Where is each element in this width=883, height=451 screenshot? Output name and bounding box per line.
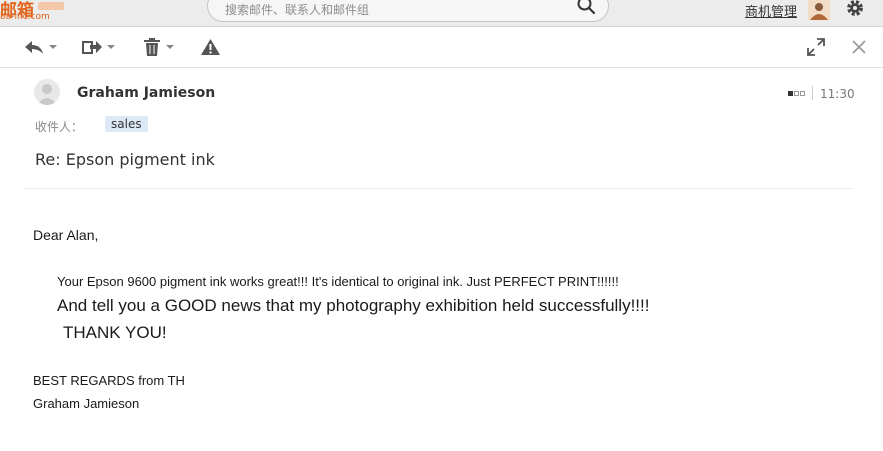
greeting: Dear Alan, — [33, 227, 99, 243]
sender-avatar[interactable] — [34, 79, 60, 105]
chevron-down-icon — [49, 45, 57, 49]
delete-button[interactable] — [143, 37, 174, 57]
indicator-dot — [788, 91, 793, 96]
expand-icon — [807, 38, 825, 56]
body-line: Your Epson 9600 pigment ink works great!… — [57, 274, 619, 289]
signature: Graham Jamieson — [33, 396, 140, 411]
person-icon — [37, 84, 57, 105]
recipient-label: 收件人： — [35, 120, 84, 134]
recipient-chip[interactable]: sales — [105, 116, 148, 132]
forward-button[interactable] — [82, 37, 115, 57]
report-icon — [201, 39, 220, 55]
body-line: And tell you a GOOD news that my photogr… — [57, 296, 650, 315]
message-toolbar — [0, 27, 883, 68]
search-input[interactable]: 搜索邮件、联系人和邮件组 — [225, 1, 369, 18]
indicator-dot — [794, 91, 799, 96]
header-divider — [25, 188, 853, 189]
business-management-link[interactable]: 商机管理 — [745, 1, 797, 20]
message-time: 11:30 — [820, 87, 855, 101]
chevron-down-icon — [107, 45, 115, 49]
body-line: THANK YOU! — [63, 323, 167, 342]
search-box[interactable]: 搜索邮件、联系人和邮件组 — [207, 0, 609, 22]
close-icon — [852, 40, 866, 54]
email-subject: Re: Epson pigment ink — [35, 150, 215, 169]
priority-indicator[interactable] — [788, 91, 805, 96]
top-bar: 邮箱 ba-inc.com 搜索邮件、联系人和邮件组 商机管理 — [0, 0, 883, 27]
expand-button[interactable] — [807, 37, 825, 57]
user-avatar-icon[interactable] — [808, 0, 830, 20]
reply-icon — [25, 41, 43, 54]
report-spam-button[interactable] — [200, 37, 221, 57]
search-icon[interactable] — [576, 0, 596, 15]
reply-button[interactable] — [24, 37, 57, 57]
divider — [812, 86, 813, 100]
close-button[interactable] — [851, 37, 867, 57]
trash-icon — [144, 38, 160, 56]
chevron-down-icon — [166, 45, 174, 49]
logo-domain: ba-inc.com — [0, 12, 50, 22]
sender-name[interactable]: Graham Jamieson — [77, 85, 215, 101]
forward-icon — [82, 41, 102, 54]
closing: BEST REGARDS from TH — [33, 373, 185, 388]
logo-badge — [38, 2, 64, 10]
indicator-dot — [800, 91, 805, 96]
settings-gear-icon[interactable] — [845, 0, 865, 18]
